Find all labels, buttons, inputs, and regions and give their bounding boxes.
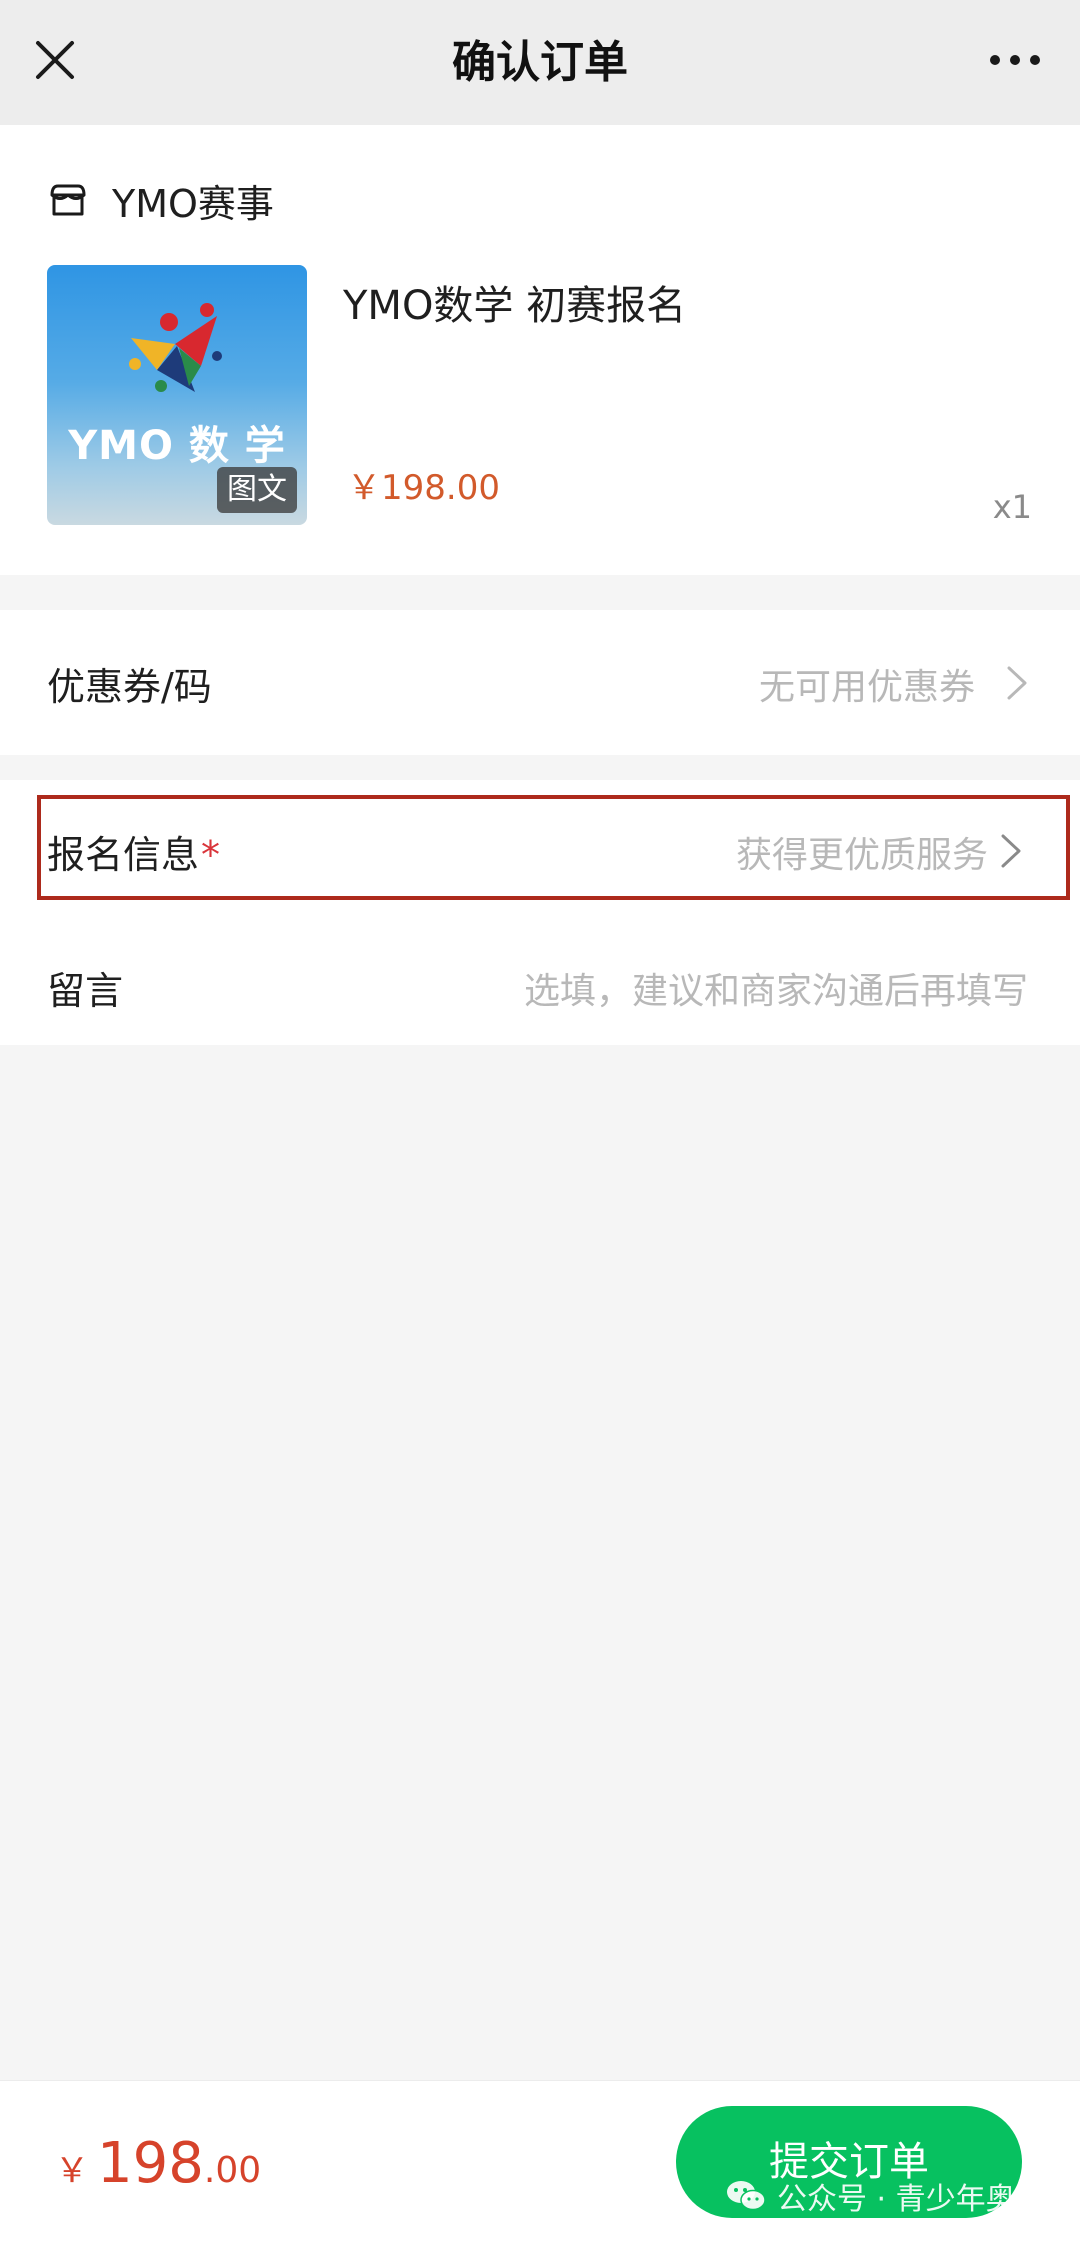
coupon-row[interactable]: 优惠券/码 无可用优惠券 bbox=[0, 610, 1080, 755]
order-form: 报名信息* 获得更优质服务 留言 选填，建议和商家沟通后再填写 bbox=[0, 780, 1080, 1045]
coupon-value: 无可用优惠券 bbox=[758, 667, 975, 708]
wechat-icon bbox=[727, 2181, 766, 2211]
message-input[interactable]: 选填，建议和商家沟通后再填写 bbox=[524, 962, 1028, 1014]
product-quantity: x1 bbox=[992, 488, 1032, 526]
more-icon bbox=[990, 55, 1040, 65]
product-title: YMO数学 初赛报名 bbox=[343, 283, 687, 329]
page-title: 确认订单 bbox=[452, 37, 628, 88]
product-card: YMO赛事 YMO 数 学 图文 YMO数学 初赛报名 ￥198.00 x1 bbox=[0, 125, 1080, 575]
ymo-logo bbox=[129, 303, 222, 392]
media-type-badge: 图文 bbox=[217, 467, 297, 513]
order-total: ￥ 198 .00 bbox=[55, 2131, 261, 2196]
more-options-button[interactable] bbox=[970, 22, 1060, 98]
shop-header[interactable]: YMO赛事 bbox=[48, 165, 274, 235]
store-icon bbox=[50, 184, 86, 216]
close-icon bbox=[36, 41, 74, 79]
coupon-label: 优惠券/码 bbox=[47, 665, 212, 709]
watermark: 公众号 · 青少年奥赛 bbox=[725, 2174, 1046, 2218]
registration-label-text: 报名信息 bbox=[47, 833, 200, 877]
watermark-text: 公众号 · 青少年奥赛 bbox=[777, 2182, 1046, 2217]
close-button[interactable] bbox=[22, 22, 88, 98]
product-thumbnail[interactable]: YMO 数 学 图文 bbox=[47, 265, 307, 525]
total-amount: 198 bbox=[97, 2131, 204, 2196]
product-price: ￥198.00 bbox=[347, 468, 500, 508]
thumbnail-title: YMO 数 学 bbox=[68, 423, 286, 469]
chevron-right-icon[interactable] bbox=[1000, 833, 1022, 869]
navigation-bar: 确认订单 bbox=[0, 0, 1080, 125]
required-mark: * bbox=[201, 833, 221, 877]
registration-info-label[interactable]: 报名信息* bbox=[47, 824, 220, 879]
message-label: 留言 bbox=[47, 969, 124, 1013]
chevron-right-icon bbox=[1007, 666, 1027, 700]
total-currency: ￥ bbox=[55, 2151, 89, 2191]
total-decimal: .00 bbox=[203, 2150, 262, 2191]
shop-name: YMO赛事 bbox=[112, 181, 274, 226]
registration-info-hint[interactable]: 获得更优质服务 bbox=[736, 826, 988, 878]
